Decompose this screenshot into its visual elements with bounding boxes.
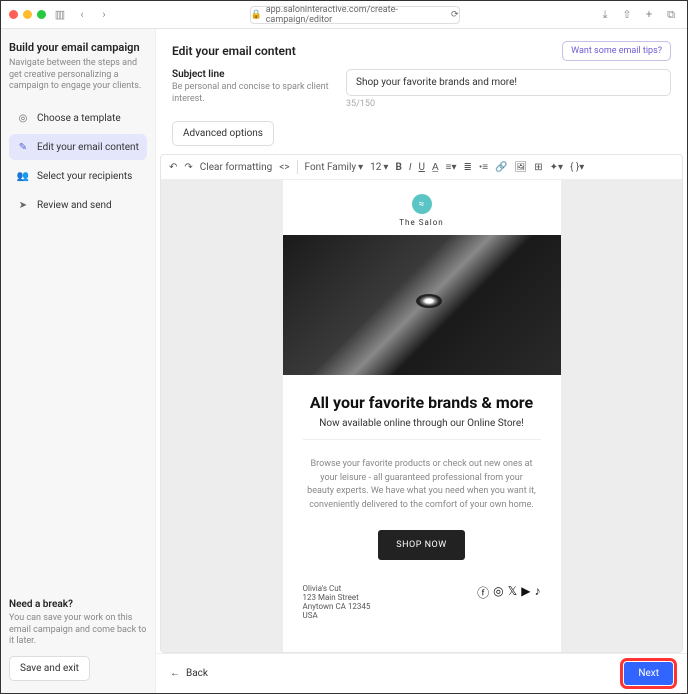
font-size-select[interactable]: 12 ▾ (370, 162, 388, 173)
advanced-options-button[interactable]: Advanced options (172, 121, 274, 146)
email-editor: ↶ ↷ Clear formatting <> Font Family ▾ 12… (160, 154, 683, 653)
sidebar-item-label: Review and send (37, 200, 112, 211)
undo-icon[interactable]: ↶ (169, 162, 177, 173)
close-window-icon[interactable] (9, 10, 18, 19)
download-icon[interactable]: ⤓ (597, 7, 613, 23)
sidebar-title: Build your email campaign (9, 41, 147, 54)
address-country: USA (303, 611, 371, 620)
email-subheadline[interactable]: Now available online through our Online … (303, 418, 541, 440)
editor-canvas[interactable]: ≈ The Salon All your favorite brands & m… (161, 180, 682, 652)
image-icon[interactable]: 🖼 (515, 162, 528, 173)
email-tips-button[interactable]: Want some email tips? (562, 41, 671, 61)
back-label: Back (186, 668, 208, 679)
url-bar[interactable]: 🔒 app.saloninteractive.com/create-campai… (250, 6, 460, 24)
break-title: Need a break? (9, 599, 147, 610)
sidebar-item-template[interactable]: ◎ Choose a template (9, 105, 147, 131)
tiktok-icon[interactable]: ♪ (535, 584, 541, 620)
break-desc: You can save your work on this email cam… (9, 613, 147, 648)
page-title: Edit your email content (172, 44, 296, 58)
font-family-select[interactable]: Font Family ▾ (305, 162, 364, 173)
align-icon[interactable]: ≡▾ (446, 162, 457, 173)
email-body[interactable]: Browse your favorite products or check o… (283, 440, 561, 530)
hero-image[interactable] (283, 235, 561, 375)
x-icon[interactable]: 𝕏 (508, 584, 518, 620)
salon-logo-icon: ≈ (412, 194, 432, 214)
sidebar-toggle-icon[interactable]: ▥ (52, 7, 68, 23)
lock-icon: 🔒 (251, 10, 262, 20)
shop-now-button[interactable]: SHOP NOW (378, 530, 464, 560)
people-icon: 👥 (17, 170, 29, 182)
subject-input[interactable] (346, 69, 671, 96)
new-tab-icon[interactable]: + (641, 7, 657, 23)
social-icons: ⓕ ◎ 𝕏 ▶ ♪ (477, 584, 540, 620)
page-footer: ← Back Next (156, 653, 687, 693)
redo-icon[interactable]: ↷ (184, 162, 192, 173)
bold-icon[interactable]: B (395, 162, 401, 173)
nav-back-icon[interactable]: ‹ (74, 7, 90, 23)
email-footer-address: Olivia's Cut 123 Main Street Anytown CA … (303, 584, 371, 620)
email-headline[interactable]: All your favorite brands & more (283, 375, 561, 418)
subject-label: Subject line (172, 69, 332, 80)
ordered-list-icon[interactable]: ≣ (463, 162, 471, 173)
clear-formatting-button[interactable]: Clear formatting (200, 162, 272, 173)
next-button[interactable]: Next (624, 662, 673, 685)
instagram-icon[interactable]: ◎ (493, 584, 503, 620)
code-icon[interactable]: <> (279, 162, 289, 173)
back-button[interactable]: ← Back (170, 668, 208, 679)
youtube-icon[interactable]: ▶ (521, 584, 530, 620)
send-icon: ➤ (17, 199, 29, 211)
browser-titlebar: ▥ ‹ › 🔒 app.saloninteractive.com/create-… (1, 1, 687, 29)
tabs-icon[interactable]: ⧉ (663, 7, 679, 23)
sidebar-item-label: Select your recipients (37, 171, 132, 182)
url-text: app.saloninteractive.com/create-campaign… (266, 5, 447, 25)
sidebar-item-edit-content[interactable]: ✎ Edit your email content (9, 134, 147, 160)
personalize-icon[interactable]: { }▾ (570, 162, 584, 173)
sidebar-item-recipients[interactable]: 👥 Select your recipients (9, 163, 147, 189)
sidebar-item-label: Choose a template (37, 113, 121, 124)
sidebar-description: Navigate between the steps and get creat… (9, 58, 147, 93)
editor-toolbar: ↶ ↷ Clear formatting <> Font Family ▾ 12… (161, 155, 682, 180)
email-preview: ≈ The Salon All your favorite brands & m… (283, 180, 561, 652)
pencil-icon: ✎ (17, 141, 29, 153)
minimize-window-icon[interactable] (23, 10, 32, 19)
main-content: Edit your email content Want some email … (156, 29, 687, 693)
sidebar-item-review[interactable]: ➤ Review and send (9, 192, 147, 218)
arrow-left-icon: ← (170, 668, 180, 679)
template-icon: ◎ (17, 112, 29, 124)
sidebar: Build your email campaign Navigate betwe… (1, 29, 156, 693)
share-icon[interactable]: ⇧ (619, 7, 635, 23)
unordered-list-icon[interactable]: •≡ (479, 162, 488, 173)
facebook-icon[interactable]: ⓕ (477, 584, 489, 620)
subject-counter: 35/150 (346, 99, 671, 109)
maximize-window-icon[interactable] (37, 10, 46, 19)
address-name: Olivia's Cut (303, 584, 371, 593)
nav-forward-icon[interactable]: › (96, 7, 112, 23)
sidebar-item-label: Edit your email content (37, 142, 139, 153)
subject-hint: Be personal and concise to spark client … (172, 82, 332, 105)
refresh-icon[interactable]: ⟳ (451, 10, 459, 20)
ai-sparkle-icon[interactable]: ✦▾ (550, 162, 563, 173)
link-icon[interactable]: 🔗 (495, 162, 507, 173)
italic-icon[interactable]: I (409, 162, 412, 173)
salon-name: The Salon (283, 218, 561, 227)
address-street: 123 Main Street (303, 593, 371, 602)
underline-icon[interactable]: U (418, 162, 424, 173)
text-color-icon[interactable]: A̲ (432, 162, 439, 173)
insert-image-icon[interactable]: ⊞ (534, 162, 542, 173)
save-exit-button[interactable]: Save and exit (9, 656, 90, 681)
window-controls[interactable] (9, 10, 46, 19)
address-city: Anytown CA 12345 (303, 602, 371, 611)
